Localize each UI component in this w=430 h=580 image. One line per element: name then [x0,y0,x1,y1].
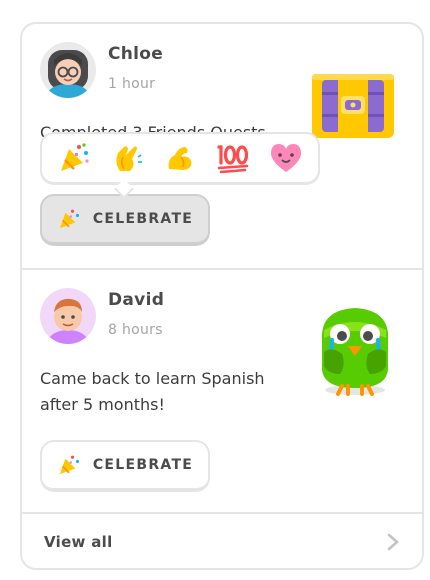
celebrate-button[interactable]: CELEBRATE [40,194,210,246]
party-popper-icon [57,207,81,231]
clapping-hands-icon[interactable] [106,138,148,178]
post-author-name[interactable]: David [108,290,164,310]
flexed-biceps-icon[interactable] [159,138,201,178]
party-popper-icon [57,453,81,477]
celebrate-button-label: CELEBRATE [92,457,194,473]
treasure-chest-illustration [308,70,398,142]
avatar[interactable] [40,288,96,344]
post-message: Came back to learn Spanish after 5 month… [40,369,265,414]
party-popper-icon[interactable] [53,138,95,178]
post-timestamp: 1 hour [108,76,156,92]
feed-post: David 8 hours Came back to learn Spanish [22,270,422,512]
post-author-name[interactable]: Chloe [108,44,163,64]
celebrate-button[interactable]: CELEBRATE [40,440,210,492]
heart-face-icon[interactable] [265,138,307,178]
feed-post: Chloe 1 hour Completed 3 Friends Quests [22,24,422,268]
post-timestamp: 8 hours [108,322,163,338]
chevron-right-icon [386,532,400,552]
friends-feed-card: Chloe 1 hour Completed 3 Friends Quests [20,22,424,570]
avatar[interactable] [40,42,96,98]
reaction-picker [40,132,320,184]
owl-mascot-illustration [312,300,398,396]
hundred-points-icon[interactable] [212,138,254,178]
celebrate-button-label: CELEBRATE [92,211,194,227]
view-all-label: View all [44,533,113,551]
view-all-link[interactable]: View all [22,514,422,568]
